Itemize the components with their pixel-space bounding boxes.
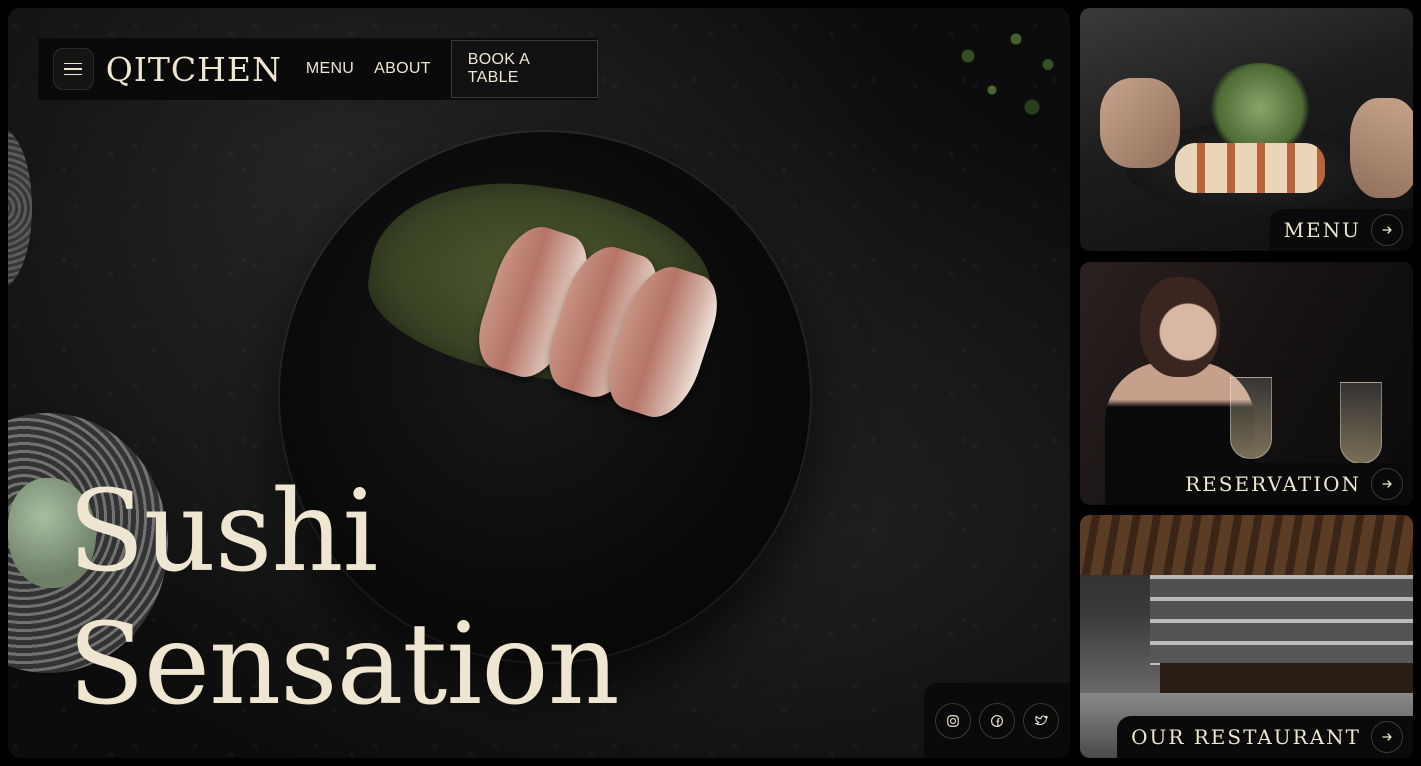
book-table-button[interactable]: BOOK A TABLE: [450, 40, 598, 98]
salad-image: [1205, 63, 1315, 153]
instagram-icon[interactable]: [935, 702, 971, 739]
page-frame: QITCHEN MENU ABOUT BOOK A TABLE Sushi Se…: [0, 0, 1421, 766]
bar-counter-image: [1160, 663, 1413, 693]
hero-headline-line2: Sensation: [68, 600, 620, 730]
arrow-right-icon[interactable]: [1371, 721, 1403, 753]
facebook-icon[interactable]: [979, 702, 1015, 739]
sushi-roll-image: [1175, 143, 1325, 193]
reservation-card-label[interactable]: RESERVATION: [1171, 463, 1413, 505]
hero-headline: Sushi Sensation: [68, 466, 620, 732]
nav-link-about[interactable]: ABOUT: [374, 60, 431, 78]
brand-logo[interactable]: QITCHEN: [106, 53, 282, 86]
hamburger-line: [64, 73, 83, 76]
wine-glass-image: [1340, 382, 1382, 464]
reservation-card-title: RESERVATION: [1185, 472, 1361, 496]
guest-portrait-image: [1140, 277, 1220, 377]
ceiling-image: [1080, 515, 1413, 575]
hero-section: QITCHEN MENU ABOUT BOOK A TABLE Sushi Se…: [8, 8, 1070, 758]
restaurant-card-label[interactable]: OUR RESTAURANT: [1117, 716, 1413, 758]
nav-link-menu[interactable]: MENU: [306, 60, 354, 78]
restaurant-card-title: OUR RESTAURANT: [1131, 725, 1361, 749]
menu-card[interactable]: MENU: [1080, 8, 1413, 251]
menu-card-title: MENU: [1283, 218, 1361, 242]
hamburger-line: [64, 62, 83, 65]
arrow-right-icon[interactable]: [1371, 214, 1403, 246]
hero-headline-line1: Sushi: [68, 467, 378, 597]
chef-hand-image: [1350, 98, 1413, 198]
restaurant-card[interactable]: OUR RESTAURANT: [1080, 515, 1413, 758]
hamburger-menu-icon[interactable]: [53, 48, 94, 90]
menu-card-label[interactable]: MENU: [1269, 209, 1413, 251]
twitter-icon[interactable]: [1023, 702, 1059, 739]
bar-shelves-image: [1150, 575, 1413, 665]
social-links: [924, 683, 1070, 758]
hamburger-line: [64, 68, 83, 70]
arrow-right-icon[interactable]: [1371, 468, 1403, 500]
chef-hand-image: [1100, 78, 1180, 168]
top-nav: QITCHEN MENU ABOUT BOOK A TABLE: [38, 38, 598, 100]
wine-glass-image: [1230, 377, 1272, 459]
microgreens-image: [920, 8, 1070, 158]
reservation-card[interactable]: RESERVATION: [1080, 262, 1413, 505]
